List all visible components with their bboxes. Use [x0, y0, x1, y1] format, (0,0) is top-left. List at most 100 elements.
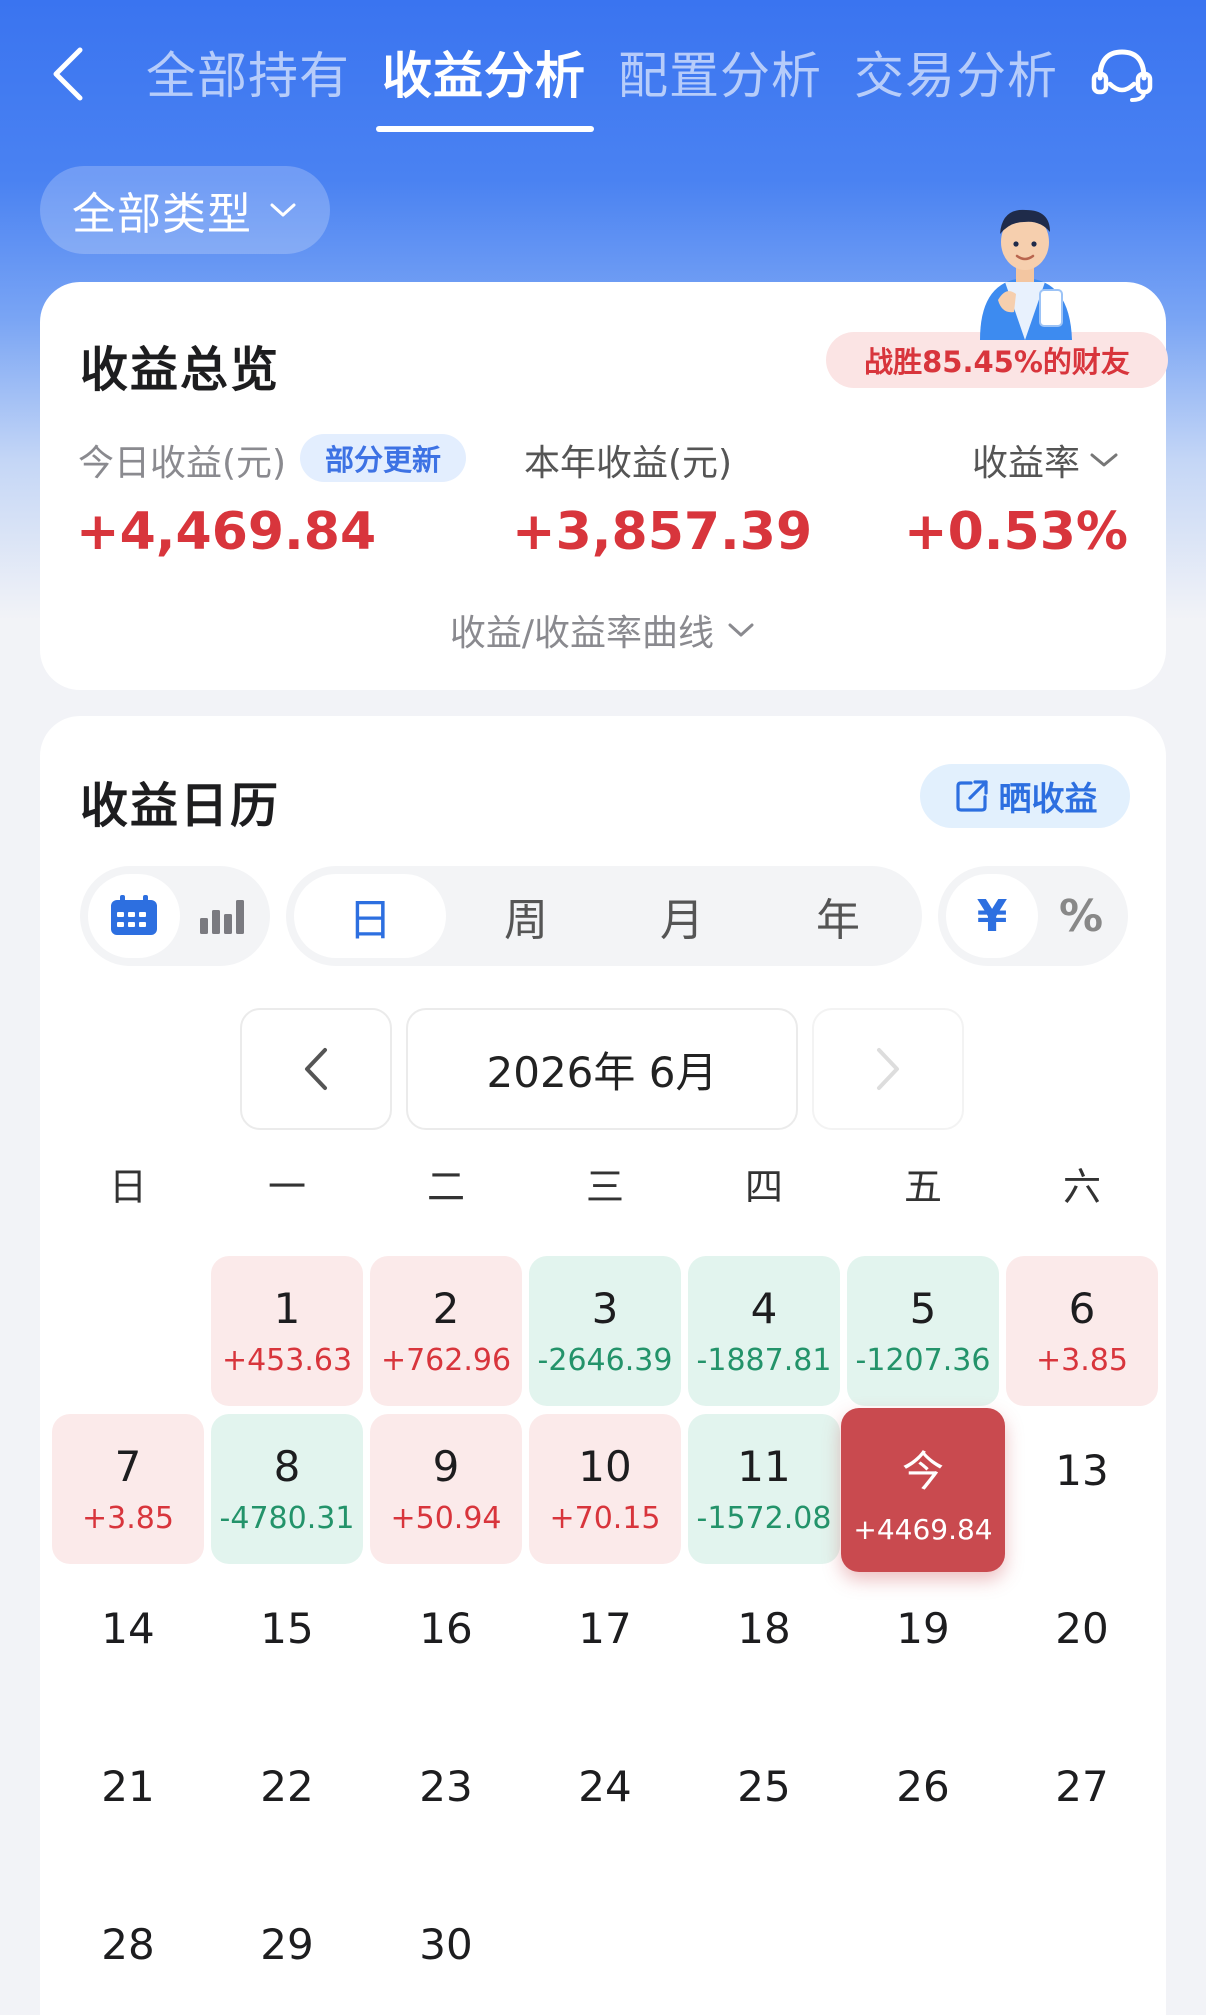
calendar-day[interactable]: 21 [52, 1730, 204, 1880]
weekday-label: 一 [267, 1165, 306, 1209]
income-calendar-card: 收益日历 晒收益 日 周 月 年 ¥ % 2026年 6月 日 一 二 三 四 … [40, 716, 1166, 2015]
day-number: 9 [432, 1442, 460, 1491]
tab-income-analysis[interactable]: 收益分析 [382, 36, 586, 108]
calendar-day[interactable]: 7 +3.85 [52, 1414, 204, 1564]
day-income-value: +453.63 [221, 1343, 353, 1378]
day-number: 5 [909, 1284, 937, 1333]
chevron-left-icon [305, 1048, 327, 1090]
calendar-day[interactable]: 18 [688, 1572, 840, 1722]
period-week-button[interactable]: 周 [450, 874, 602, 958]
mascot-illustration [980, 209, 1072, 340]
calendar-day[interactable]: 17 [529, 1572, 681, 1722]
income-rate-value: +0.53% [904, 502, 1128, 562]
calendar-day[interactable]: 23 [370, 1730, 522, 1880]
share-income-label: 晒收益 [998, 779, 1098, 818]
day-number: 6 [1068, 1284, 1096, 1333]
bar-chart-view-button[interactable] [180, 874, 266, 958]
tab-trade-analysis[interactable]: 交易分析 [854, 36, 1058, 108]
curve-toggle-label: 收益/收益率曲线 [449, 613, 715, 654]
period-day-button[interactable]: 日 [294, 874, 446, 958]
calendar-day[interactable]: 11 -1572.08 [688, 1414, 840, 1564]
chevron-right-icon [877, 1048, 899, 1090]
next-month-button[interactable] [812, 1008, 964, 1130]
day-number: 13 [1055, 1446, 1109, 1495]
day-income-value: +3.85 [1036, 1343, 1128, 1378]
calendar-day[interactable]: 24 [529, 1730, 681, 1880]
unit-switch: ¥ % [938, 866, 1128, 966]
previous-month-button[interactable] [240, 1008, 392, 1130]
day-income-value: +762.96 [380, 1343, 512, 1378]
weekday-label: 五 [903, 1165, 942, 1209]
period-month-button[interactable]: 月 [606, 874, 758, 958]
day-number: 18 [737, 1604, 791, 1653]
unit-yuan-button[interactable]: ¥ [946, 874, 1038, 958]
day-number: 29 [260, 1920, 314, 1969]
share-icon [955, 780, 988, 812]
calendar-day[interactable]: 26 [847, 1730, 999, 1880]
month-label[interactable]: 2026年 6月 [406, 1008, 798, 1130]
calendar-view-button[interactable] [88, 874, 180, 958]
calendar-title: 收益日历 [80, 778, 281, 834]
day-income-value: +3.85 [82, 1501, 174, 1536]
calendar-day[interactable]: 3 -2646.39 [529, 1256, 681, 1406]
day-income-value: -1207.36 [855, 1343, 991, 1378]
calendar-day[interactable]: 10 +70.15 [529, 1414, 681, 1564]
year-income-value: +3,857.39 [512, 502, 813, 562]
type-filter-label: 全部类型 [72, 189, 252, 240]
calendar-day[interactable]: 14 [52, 1572, 204, 1722]
calendar-day[interactable]: 15 [211, 1572, 363, 1722]
calendar-day[interactable]: 8 -4780.31 [211, 1414, 363, 1564]
back-arrow-icon[interactable] [48, 44, 88, 104]
calendar-day-today[interactable]: 今 +4469.84 [841, 1408, 1005, 1572]
day-number: 30 [419, 1920, 473, 1969]
rate-selector[interactable]: 收益率 [972, 434, 1120, 486]
calendar-day[interactable]: 30 [370, 1888, 522, 2015]
calendar-day[interactable]: 16 [370, 1572, 522, 1722]
top-navigation: 全部持有 收益分析 配置分析 交易分析 [0, 0, 1206, 140]
day-number: 28 [101, 1920, 155, 1969]
calendar-day[interactable]: 19 [847, 1572, 999, 1722]
day-income-value: +4469.84 [853, 1513, 993, 1546]
year-income-label: 本年收益(元) [524, 443, 733, 484]
day-income-value: +50.94 [390, 1501, 502, 1536]
day-number: 26 [896, 1762, 950, 1811]
unit-percent-button[interactable]: % [1038, 874, 1124, 958]
calendar-day[interactable]: 2 +762.96 [370, 1256, 522, 1406]
calendar-day[interactable]: 13 [1006, 1414, 1158, 1564]
day-number: 27 [1055, 1762, 1109, 1811]
day-income-value: -1572.08 [696, 1501, 832, 1536]
tab-allocation-analysis[interactable]: 配置分析 [618, 36, 822, 108]
day-number: 1 [273, 1284, 301, 1333]
calendar-day[interactable]: 20 [1006, 1572, 1158, 1722]
calendar-day[interactable]: 5 -1207.36 [847, 1256, 999, 1406]
day-number: 今 [901, 1447, 944, 1496]
calendar-day[interactable]: 22 [211, 1730, 363, 1880]
day-number: 10 [578, 1442, 632, 1491]
calendar-day[interactable]: 28 [52, 1888, 204, 2015]
calendar-day[interactable]: 27 [1006, 1730, 1158, 1880]
calendar-day[interactable]: 9 +50.94 [370, 1414, 522, 1564]
calendar-icon [111, 895, 157, 935]
weekday-label: 三 [585, 1165, 624, 1209]
period-year-button[interactable]: 年 [762, 874, 914, 958]
day-number: 8 [273, 1442, 301, 1491]
share-income-button[interactable]: 晒收益 [920, 764, 1130, 828]
weekday-label: 日 [108, 1165, 147, 1209]
tab-all-holdings[interactable]: 全部持有 [146, 36, 350, 108]
day-number: 19 [896, 1604, 950, 1653]
chevron-down-icon [270, 203, 296, 217]
day-number: 17 [578, 1604, 632, 1653]
partial-update-badge: 部分更新 [300, 434, 466, 482]
income-curve-toggle[interactable]: 收益/收益率曲线 [40, 604, 1166, 656]
day-income-value: -2646.39 [537, 1343, 673, 1378]
calendar-day[interactable]: 6 +3.85 [1006, 1256, 1158, 1406]
type-filter-dropdown[interactable]: 全部类型 [40, 166, 330, 254]
day-number: 20 [1055, 1604, 1109, 1653]
customer-service-icon[interactable] [1088, 44, 1156, 106]
chevron-down-icon [728, 623, 754, 637]
day-number: 15 [260, 1604, 314, 1653]
calendar-day[interactable]: 4 -1887.81 [688, 1256, 840, 1406]
calendar-day[interactable]: 29 [211, 1888, 363, 2015]
calendar-day[interactable]: 1 +453.63 [211, 1256, 363, 1406]
calendar-day[interactable]: 25 [688, 1730, 840, 1880]
